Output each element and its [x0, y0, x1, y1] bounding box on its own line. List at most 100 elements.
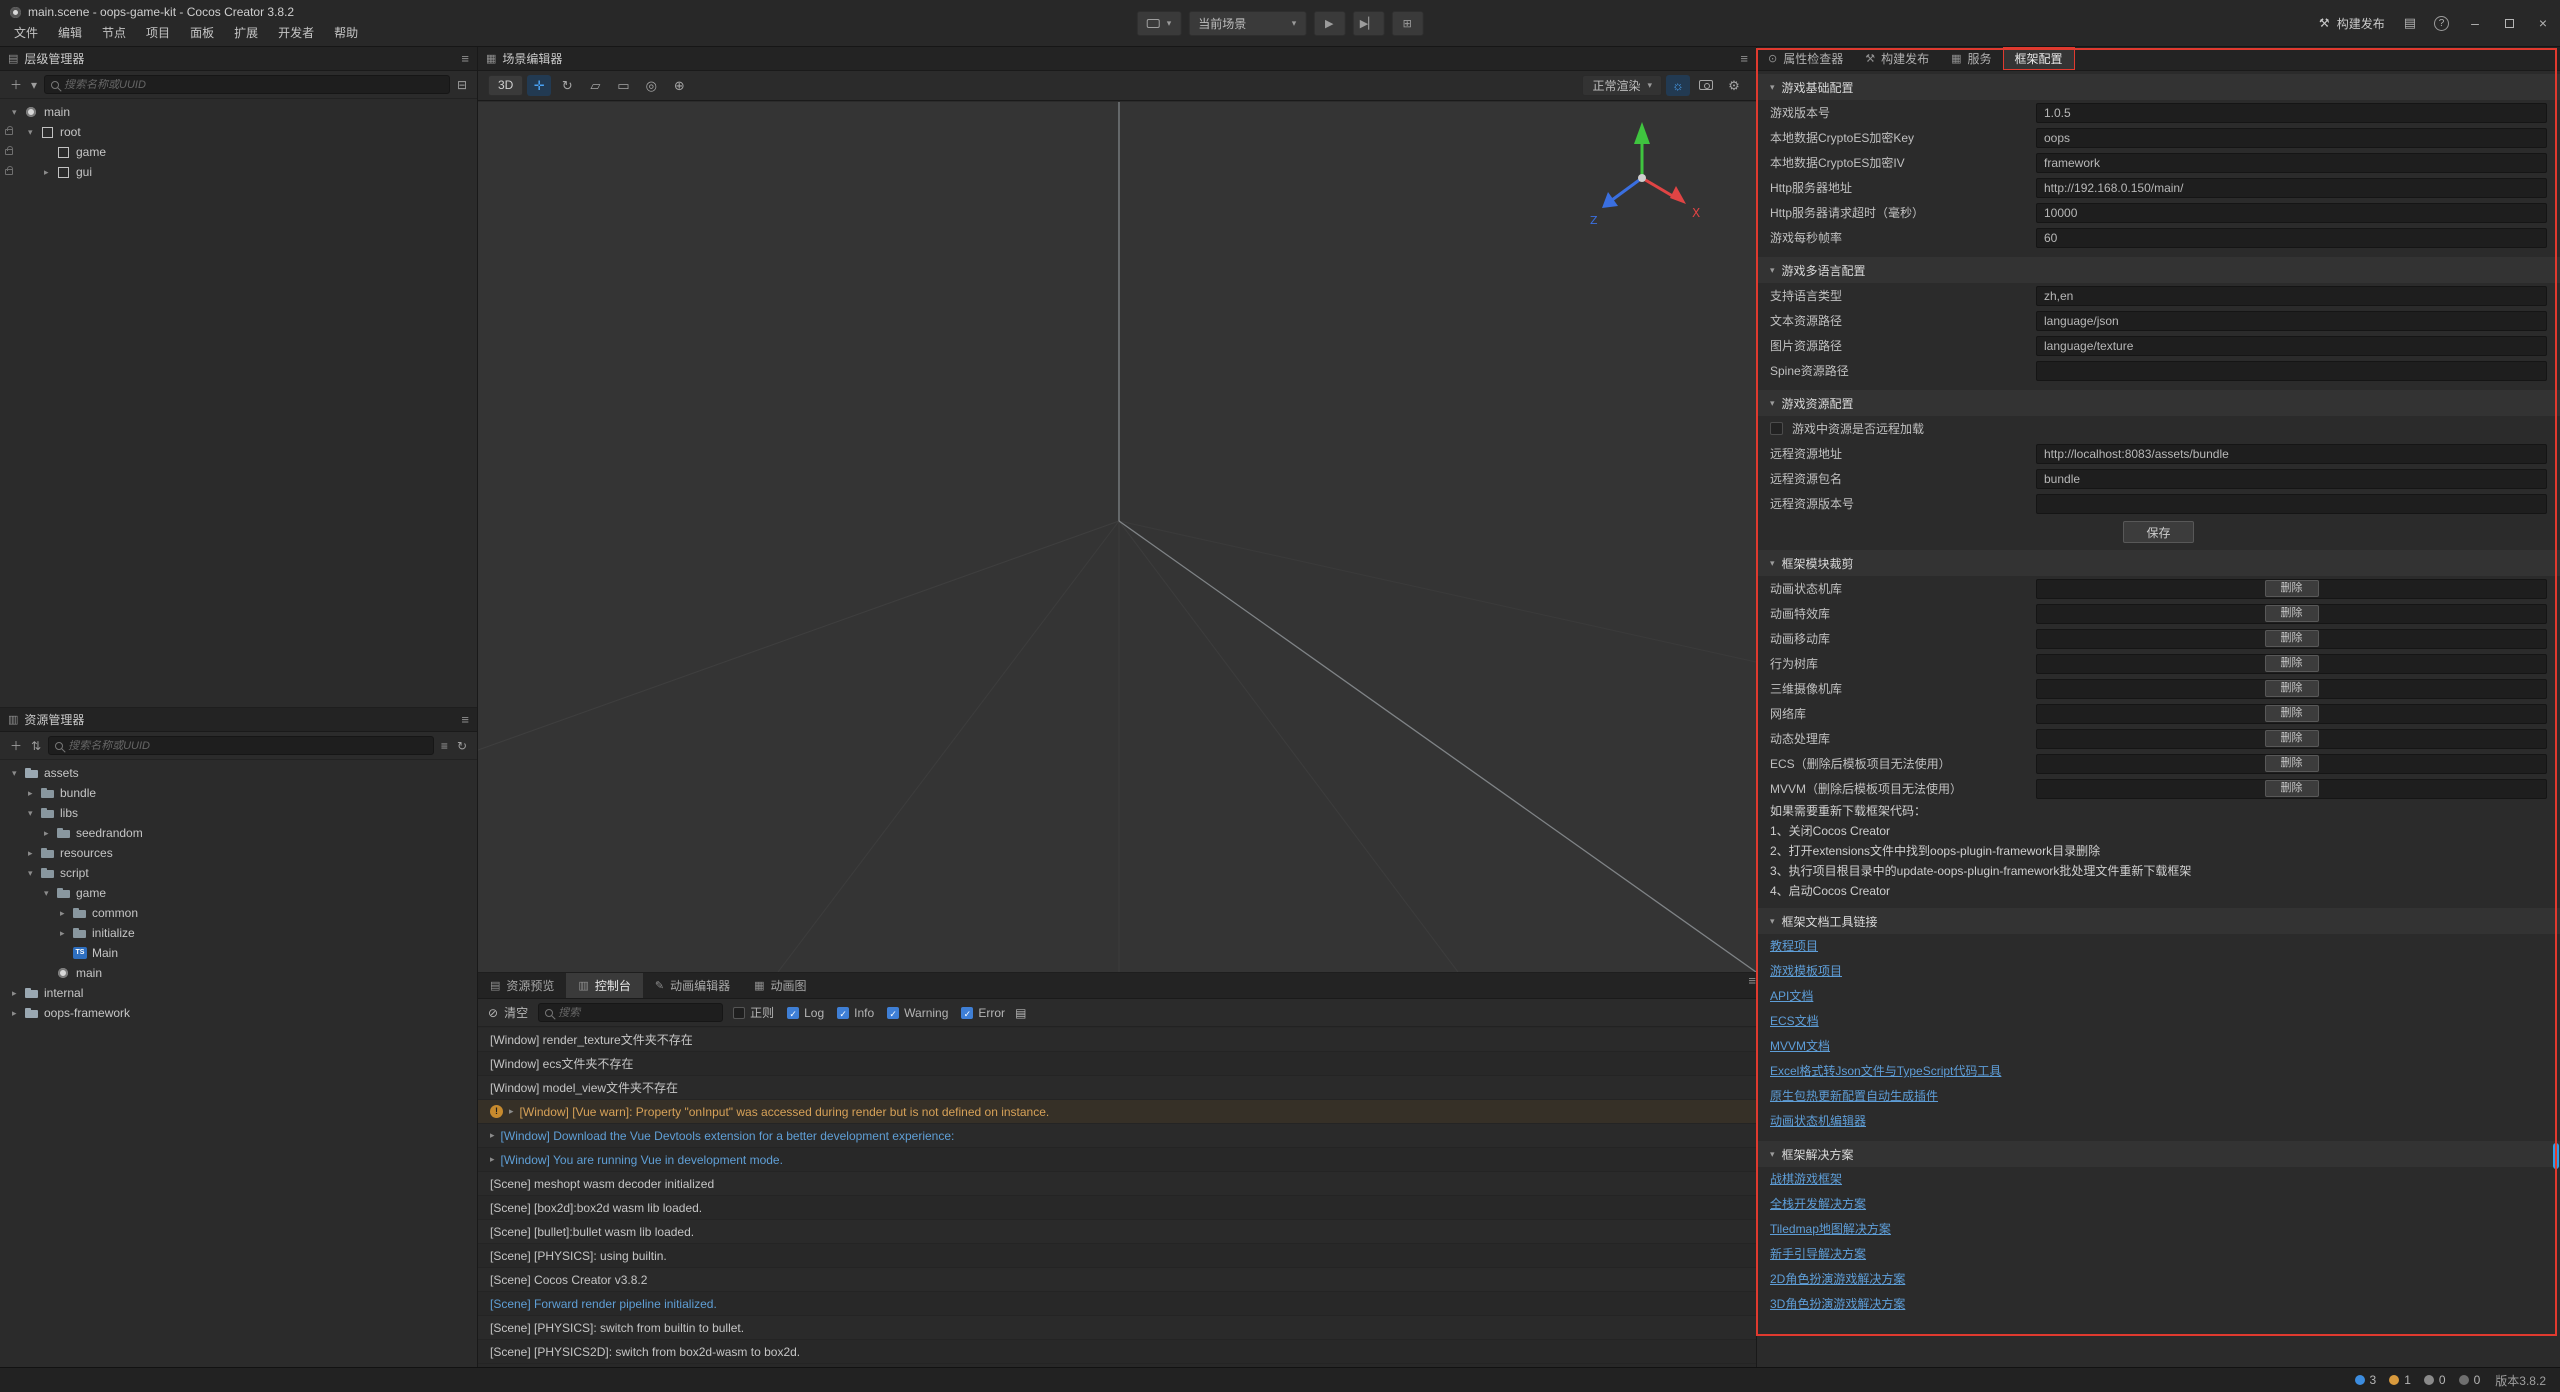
log-row[interactable]: [Scene] [PHYSICS]: switch from builtin t…: [478, 1316, 1756, 1340]
delete-module-button[interactable]: 删除: [2265, 580, 2319, 597]
tree-node[interactable]: Main: [0, 943, 477, 963]
lock-icon[interactable]: [5, 129, 13, 135]
step-button[interactable]: ▶▏: [1352, 11, 1384, 36]
log-row[interactable]: [Window] ecs文件夹不存在: [478, 1052, 1756, 1076]
checkbox-icon[interactable]: [787, 1007, 799, 1019]
checkbox-icon[interactable]: [733, 1007, 745, 1019]
log-row[interactable]: [Window] model_view文件夹不存在: [478, 1076, 1756, 1100]
play-button[interactable]: ▶: [1313, 11, 1345, 36]
property-input[interactable]: [2036, 153, 2547, 173]
doc-link[interactable]: 动画状态机编辑器: [1770, 1109, 2547, 1134]
delete-module-button[interactable]: 删除: [2265, 755, 2319, 772]
doc-link[interactable]: ECS文档: [1770, 1009, 2547, 1034]
sort-icon[interactable]: ⇅: [29, 739, 43, 753]
expand-arrow-icon[interactable]: ▾: [28, 808, 41, 819]
delete-module-button[interactable]: 删除: [2265, 630, 2319, 647]
expand-arrow-icon[interactable]: ▾: [28, 868, 41, 879]
tree-node[interactable]: ▸ initialize: [0, 923, 477, 943]
maximize-button[interactable]: [2492, 0, 2526, 46]
doc-link[interactable]: 游戏模板项目: [1770, 959, 2547, 984]
property-input[interactable]: [2036, 203, 2547, 223]
panel-menu-icon[interactable]: ≡: [461, 712, 469, 727]
add-node-button[interactable]: ＋: [8, 76, 24, 93]
tree-node[interactable]: ▸ internal: [0, 983, 477, 1003]
refresh-icon[interactable]: ↻: [455, 739, 469, 753]
solution-link[interactable]: Tiledmap地图解决方案: [1770, 1217, 2547, 1242]
delete-module-button[interactable]: 删除: [2265, 780, 2319, 797]
add-asset-button[interactable]: ＋: [8, 737, 24, 754]
expand-arrow-icon[interactable]: ▸: [12, 1008, 25, 1019]
section-resource[interactable]: ▾ 游戏资源配置: [1757, 390, 2560, 416]
log-row[interactable]: [Scene] Forward render pipeline initiali…: [478, 1292, 1756, 1316]
log-filter-checkbox[interactable]: Warning: [887, 1004, 948, 1021]
log-row[interactable]: [Scene] meshopt wasm decoder initialized: [478, 1172, 1756, 1196]
menu-item[interactable]: 节点: [92, 21, 136, 45]
status-count[interactable]: 3: [2355, 1373, 2377, 1387]
delete-module-button[interactable]: 删除: [2265, 705, 2319, 722]
launch-scene-dropdown[interactable]: 当前场景 ▾: [1188, 11, 1306, 36]
log-row[interactable]: ▸ [Window] You are running Vue in develo…: [478, 1148, 1756, 1172]
expand-arrow-icon[interactable]: ▸: [28, 788, 41, 799]
tab-animation-editor[interactable]: ✎ 动画编辑器: [643, 973, 742, 998]
doc-link[interactable]: MVVM文档: [1770, 1034, 2547, 1059]
project-folder-icon[interactable]: ▤: [2395, 15, 2425, 31]
property-input[interactable]: [2036, 469, 2547, 489]
tree-node[interactable]: ▾ main: [0, 102, 477, 122]
axis-gizmo[interactable]: X Z: [1562, 114, 1722, 254]
expand-arrow-icon[interactable]: ▸: [490, 1130, 495, 1141]
status-count[interactable]: 0: [2459, 1373, 2481, 1387]
help-icon[interactable]: ?: [2434, 16, 2449, 31]
expand-arrow-icon[interactable]: ▸: [490, 1154, 495, 1165]
tree-node[interactable]: ▾ game: [0, 883, 477, 903]
hierarchy-search-input[interactable]: [64, 79, 443, 91]
log-filter-checkbox[interactable]: Log: [787, 1004, 824, 1021]
log-filter-checkbox[interactable]: 正则: [733, 1004, 774, 1021]
expand-arrow-icon[interactable]: ▸: [509, 1106, 514, 1117]
property-input[interactable]: [2036, 311, 2547, 331]
preview-device-dropdown[interactable]: ▾: [1137, 11, 1182, 36]
log-row[interactable]: [Scene] [bullet]:bullet wasm lib loaded.: [478, 1220, 1756, 1244]
close-button[interactable]: ×: [2526, 0, 2560, 46]
checkbox-icon[interactable]: [961, 1007, 973, 1019]
export-log-icon[interactable]: ▤: [1015, 1006, 1026, 1020]
status-count[interactable]: 0: [2424, 1373, 2446, 1387]
menu-item[interactable]: 开发者: [268, 21, 324, 45]
log-row[interactable]: [Scene] [PHYSICS]: using builtin.: [478, 1244, 1756, 1268]
log-row[interactable]: ! ▸ [Window] [Vue warn]: Property "onInp…: [478, 1100, 1756, 1124]
tree-node[interactable]: ▾ script: [0, 863, 477, 883]
camera-icon[interactable]: [1694, 75, 1718, 96]
delete-module-button[interactable]: 删除: [2265, 680, 2319, 697]
solution-link[interactable]: 新手引导解决方案: [1770, 1242, 2547, 1267]
lock-icon[interactable]: [5, 169, 13, 175]
log-row[interactable]: [Scene] Cocos Creator v3.8.2: [478, 1268, 1756, 1292]
tree-node[interactable]: ▸ oops-framework: [0, 1003, 477, 1023]
tab-service[interactable]: ▦ 服务: [1940, 47, 2002, 70]
console-search-input[interactable]: [558, 1007, 716, 1019]
log-filter-checkbox[interactable]: Error: [961, 1004, 1005, 1021]
expand-arrow-icon[interactable]: ▾: [28, 127, 41, 138]
tree-node[interactable]: ▸ resources: [0, 843, 477, 863]
log-row[interactable]: [Scene] [box2d]:box2d wasm lib loaded.: [478, 1196, 1756, 1220]
menu-item[interactable]: 项目: [136, 21, 180, 45]
tab-animation-graph[interactable]: ▦ 动画图: [742, 973, 818, 998]
tree-node[interactable]: ▾ libs: [0, 803, 477, 823]
save-button[interactable]: 保存: [2123, 521, 2193, 543]
doc-link[interactable]: 原生包热更新配置自动生成插件: [1770, 1084, 2547, 1109]
console-search[interactable]: [538, 1003, 723, 1022]
doc-link[interactable]: API文档: [1770, 984, 2547, 1009]
log-filter-checkbox[interactable]: Info: [837, 1004, 874, 1021]
expand-arrow-icon[interactable]: ▾: [12, 768, 25, 779]
render-mode-dropdown[interactable]: 正常渲染 ▾: [1582, 75, 1662, 96]
scrollbar-thumb[interactable]: [2553, 1143, 2559, 1169]
tree-node[interactable]: ▸ gui: [0, 162, 477, 182]
frame-step-button[interactable]: ⊞: [1391, 11, 1423, 36]
tab-build-publish[interactable]: ⚒ 构建发布: [1854, 47, 1940, 70]
tree-node[interactable]: ▾ root: [0, 122, 477, 142]
checkbox-icon[interactable]: [837, 1007, 849, 1019]
remote-load-checkbox[interactable]: [1770, 422, 1783, 435]
doc-link[interactable]: 教程项目: [1770, 934, 2547, 959]
expand-arrow-icon[interactable]: ▸: [60, 908, 73, 919]
hierarchy-search[interactable]: [44, 75, 450, 94]
expand-arrow-icon[interactable]: ▸: [60, 928, 73, 939]
property-input[interactable]: [2036, 178, 2547, 198]
